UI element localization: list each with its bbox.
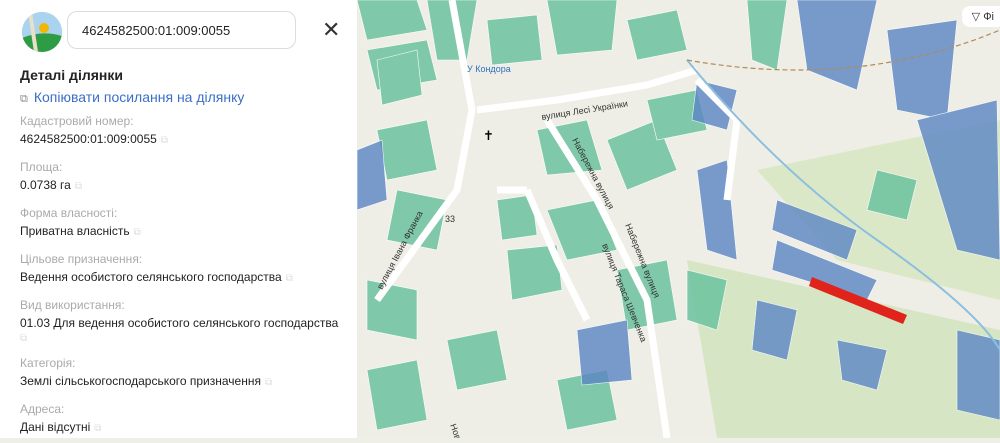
copy-icon[interactable]: ⧉ (75, 181, 82, 192)
field-purpose: Цільове призначення: Ведення особистого с… (20, 250, 345, 288)
field-value: 01.03 Для ведення особистого селянського… (20, 316, 339, 330)
field-address: Адреса: Дані відсутні ⧉ (20, 400, 345, 438)
church-icon: ✝ (483, 128, 494, 143)
field-label: Категорія: (20, 356, 76, 370)
field-value: Ведення особистого селянського господарс… (20, 270, 282, 284)
close-icon[interactable]: ✕ (322, 17, 340, 43)
parcel-details-panel: 4624582500:01:009:0055 ✕ Деталі ділянки … (0, 0, 357, 438)
panel-title: Деталі ділянки (20, 67, 123, 83)
street-label: Нова в (448, 422, 467, 438)
copy-icon: ⧉ (20, 93, 28, 105)
field-cadastral: Кадастровий номер: 4624582500:01:009:0055… (20, 112, 345, 150)
field-value: Приватна власність (20, 224, 130, 238)
field-label: Форма власності: (20, 206, 118, 220)
field-category: Категорія: Землі сільськогосподарського п… (20, 354, 345, 392)
copy-link-button[interactable]: ⧉ Копіювати посилання на ділянку (20, 89, 244, 106)
poi-label: У Кондора (467, 64, 511, 74)
search-input[interactable]: 4624582500:01:009:0055 (67, 11, 296, 49)
filter-icon: ▽ (971, 11, 984, 23)
field-value: 0.0738 га (20, 178, 71, 192)
copy-icon[interactable]: ⧉ (265, 377, 272, 388)
map-view[interactable]: ▽ Фі вулиця Лесі Українки Набережна вули… (356, 0, 1000, 443)
filter-button[interactable]: ▽ Фі (961, 6, 1000, 27)
field-area: Площа: 0.0738 га ⧉ (20, 158, 345, 196)
field-value: Землі сільськогосподарського призначення (20, 374, 261, 388)
copy-icon[interactable]: ⧉ (94, 423, 101, 434)
field-value: 4624582500:01:009:0055 (20, 132, 157, 146)
field-ownership: Форма власності: Приватна власність ⧉ (20, 204, 345, 242)
filter-label: Фі (983, 11, 994, 23)
field-usage: Вид використання: 01.03 Для ведення особи… (20, 296, 345, 346)
field-label: Адреса: (20, 402, 65, 416)
field-value: Дані відсутні (20, 420, 91, 434)
field-label: Цільове призначення: (20, 252, 143, 266)
copy-link-label: Копіювати посилання на ділянку (33, 89, 245, 105)
copy-icon[interactable]: ⧉ (20, 333, 27, 344)
house-number: 33 (445, 214, 455, 224)
app-logo[interactable] (22, 12, 62, 52)
field-label: Кадастровий номер: (20, 114, 134, 128)
copy-icon[interactable]: ⧉ (286, 273, 293, 284)
field-label: Вид використання: (20, 298, 125, 312)
copy-icon[interactable]: ⧉ (161, 135, 168, 146)
copy-icon[interactable]: ⧉ (134, 227, 141, 238)
field-label: Площа: (20, 160, 63, 174)
